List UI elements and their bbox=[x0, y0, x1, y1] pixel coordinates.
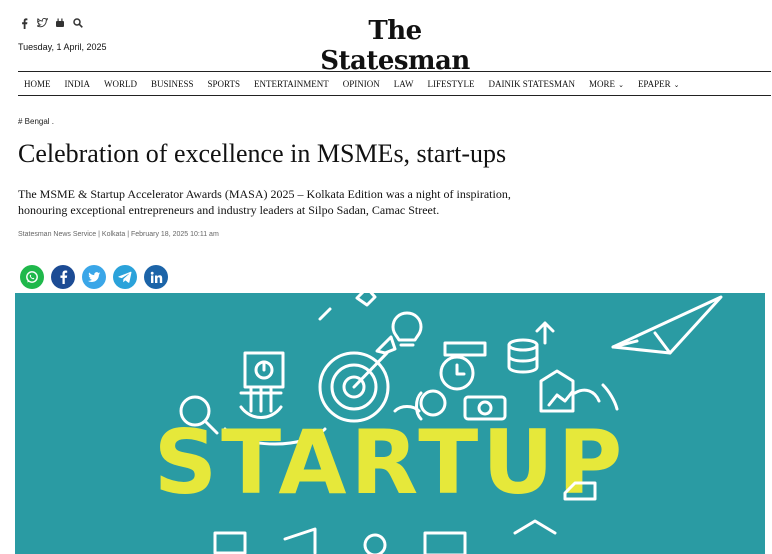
telegram-icon[interactable] bbox=[113, 265, 137, 289]
facebook-icon[interactable] bbox=[51, 265, 75, 289]
nav-item-business[interactable]: BUSINESS bbox=[144, 79, 201, 89]
nav-item-law[interactable]: LAW bbox=[387, 79, 421, 89]
site-header: Tuesday, 1 April, 2025 The Statesman bbox=[0, 0, 772, 76]
nav-item-more[interactable]: MORE ⌄ bbox=[582, 79, 631, 89]
chevron-down-icon: ⌄ bbox=[618, 80, 624, 89]
hero-startup-word: STARTUP bbox=[154, 411, 626, 514]
nav-more-label: MORE bbox=[589, 78, 616, 89]
facebook-icon[interactable] bbox=[18, 17, 30, 29]
article-hero-image: STARTUP bbox=[15, 293, 765, 554]
article-summary: The MSME & Startup Accelerator Awards (M… bbox=[18, 187, 511, 217]
article-byline: Statesman News Service | Kolkata | Febru… bbox=[18, 231, 219, 238]
nav-item-entertainment[interactable]: ENTERTAINMENT bbox=[247, 79, 336, 89]
nav-item-sports[interactable]: SPORTS bbox=[201, 79, 247, 89]
nav-item-dainik-statesman[interactable]: DAINIK STATESMAN bbox=[482, 79, 583, 89]
site-logo[interactable]: The Statesman bbox=[290, 16, 500, 76]
youtube-icon[interactable] bbox=[54, 17, 66, 29]
article-title: Celebration of excellence in MSMEs, star… bbox=[18, 139, 507, 168]
chevron-down-icon: ⌄ bbox=[673, 80, 680, 89]
twitter-icon[interactable] bbox=[82, 265, 106, 289]
search-icon[interactable] bbox=[72, 17, 84, 29]
nav-epaper-label: EPAPER bbox=[637, 78, 671, 89]
nav-item-home[interactable]: HOME bbox=[18, 79, 58, 89]
nav-item-lifestyle[interactable]: LIFESTYLE bbox=[421, 79, 482, 89]
main-navigation: HOME INDIA WORLD BUSINESS SPORTS ENTERTA… bbox=[18, 71, 771, 96]
twitter-icon[interactable] bbox=[36, 17, 48, 29]
nav-item-epaper[interactable]: EPAPER ⌄ bbox=[631, 79, 687, 89]
startup-illustration: STARTUP bbox=[15, 293, 765, 554]
nav-item-opinion[interactable]: OPINION bbox=[336, 79, 387, 89]
linkedin-icon[interactable] bbox=[144, 265, 168, 289]
nav-item-world[interactable]: WORLD bbox=[97, 79, 144, 89]
share-bar bbox=[20, 265, 168, 289]
nav-item-india[interactable]: INDIA bbox=[58, 79, 98, 89]
header-social-links bbox=[18, 17, 84, 29]
current-date: Tuesday, 1 April, 2025 bbox=[18, 42, 107, 52]
category-tag[interactable]: # Bengal . bbox=[18, 117, 54, 126]
whatsapp-icon[interactable] bbox=[20, 265, 44, 289]
